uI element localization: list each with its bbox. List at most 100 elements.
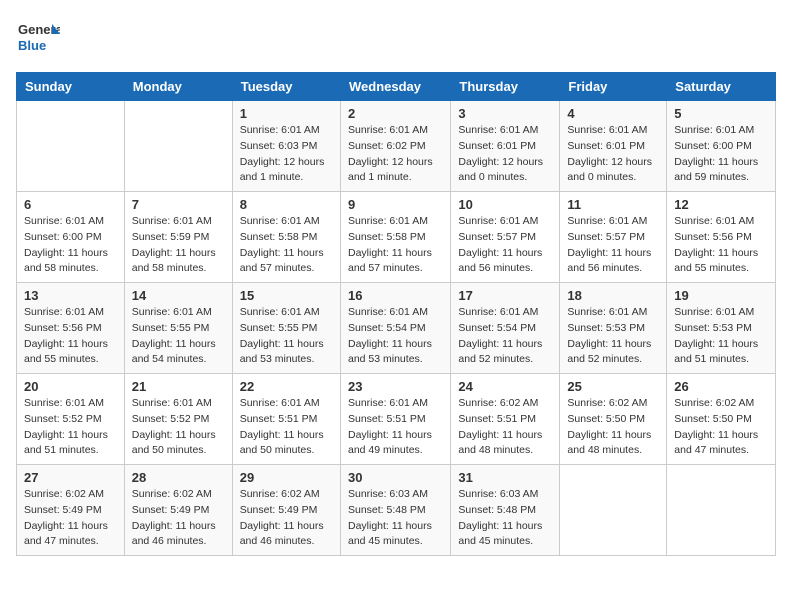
day-info: Sunrise: 6:01 AMSunset: 5:56 PMDaylight:… [674, 215, 758, 274]
day-number: 12 [674, 197, 768, 212]
day-info: Sunrise: 6:02 AMSunset: 5:49 PMDaylight:… [240, 488, 324, 547]
day-info: Sunrise: 6:02 AMSunset: 5:49 PMDaylight:… [24, 488, 108, 547]
calendar-table: SundayMondayTuesdayWednesdayThursdayFrid… [16, 72, 776, 556]
calendar-cell: 26 Sunrise: 6:02 AMSunset: 5:50 PMDayligh… [667, 374, 776, 465]
day-info: Sunrise: 6:01 AMSunset: 5:51 PMDaylight:… [240, 397, 324, 456]
day-number: 2 [348, 106, 443, 121]
calendar-cell: 30 Sunrise: 6:03 AMSunset: 5:48 PMDayligh… [340, 465, 450, 556]
calendar-cell: 27 Sunrise: 6:02 AMSunset: 5:49 PMDayligh… [17, 465, 125, 556]
day-info: Sunrise: 6:01 AMSunset: 5:57 PMDaylight:… [567, 215, 651, 274]
day-number: 10 [458, 197, 552, 212]
day-number: 1 [240, 106, 333, 121]
day-info: Sunrise: 6:01 AMSunset: 6:00 PMDaylight:… [24, 215, 108, 274]
column-header-wednesday: Wednesday [340, 73, 450, 101]
day-info: Sunrise: 6:02 AMSunset: 5:50 PMDaylight:… [567, 397, 651, 456]
calendar-header-row: SundayMondayTuesdayWednesdayThursdayFrid… [17, 73, 776, 101]
day-info: Sunrise: 6:01 AMSunset: 5:55 PMDaylight:… [240, 306, 324, 365]
day-info: Sunrise: 6:01 AMSunset: 5:53 PMDaylight:… [674, 306, 758, 365]
calendar-cell: 22 Sunrise: 6:01 AMSunset: 5:51 PMDayligh… [232, 374, 340, 465]
calendar-cell: 11Sunrise: 6:01 AMSunset: 5:57 PMDayligh… [560, 192, 667, 283]
calendar-cell: 5 Sunrise: 6:01 AMSunset: 6:00 PMDaylight… [667, 101, 776, 192]
calendar-cell: 4 Sunrise: 6:01 AMSunset: 6:01 PMDaylight… [560, 101, 667, 192]
calendar-cell: 1 Sunrise: 6:01 AMSunset: 6:03 PMDaylight… [232, 101, 340, 192]
day-info: Sunrise: 6:01 AMSunset: 5:52 PMDaylight:… [24, 397, 108, 456]
svg-text:Blue: Blue [18, 38, 46, 53]
day-number: 30 [348, 470, 443, 485]
calendar-cell: 3 Sunrise: 6:01 AMSunset: 6:01 PMDaylight… [451, 101, 560, 192]
day-info: Sunrise: 6:01 AMSunset: 6:01 PMDaylight:… [567, 124, 652, 183]
day-info: Sunrise: 6:03 AMSunset: 5:48 PMDaylight:… [458, 488, 542, 547]
day-info: Sunrise: 6:01 AMSunset: 5:59 PMDaylight:… [132, 215, 216, 274]
day-number: 28 [132, 470, 225, 485]
calendar-cell: 9 Sunrise: 6:01 AMSunset: 5:58 PMDaylight… [340, 192, 450, 283]
day-info: Sunrise: 6:01 AMSunset: 5:54 PMDaylight:… [458, 306, 542, 365]
day-info: Sunrise: 6:02 AMSunset: 5:50 PMDaylight:… [674, 397, 758, 456]
day-info: Sunrise: 6:01 AMSunset: 5:56 PMDaylight:… [24, 306, 108, 365]
calendar-cell: 24Sunrise: 6:02 AMSunset: 5:51 PMDayligh… [451, 374, 560, 465]
calendar-cell: 25 Sunrise: 6:02 AMSunset: 5:50 PMDayligh… [560, 374, 667, 465]
calendar-cell: 13 Sunrise: 6:01 AMSunset: 5:56 PMDayligh… [17, 283, 125, 374]
week-row-3: 13 Sunrise: 6:01 AMSunset: 5:56 PMDayligh… [17, 283, 776, 374]
day-number: 31 [458, 470, 552, 485]
calendar-cell: 14 Sunrise: 6:01 AMSunset: 5:55 PMDayligh… [124, 283, 232, 374]
day-info: Sunrise: 6:01 AMSunset: 5:53 PMDaylight:… [567, 306, 651, 365]
column-header-monday: Monday [124, 73, 232, 101]
day-number: 29 [240, 470, 333, 485]
day-info: Sunrise: 6:03 AMSunset: 5:48 PMDaylight:… [348, 488, 432, 547]
day-info: Sunrise: 6:01 AMSunset: 5:57 PMDaylight:… [458, 215, 542, 274]
day-info: Sunrise: 6:01 AMSunset: 5:58 PMDaylight:… [240, 215, 324, 274]
calendar-cell: 19Sunrise: 6:01 AMSunset: 5:53 PMDayligh… [667, 283, 776, 374]
column-header-friday: Friday [560, 73, 667, 101]
day-info: Sunrise: 6:01 AMSunset: 5:51 PMDaylight:… [348, 397, 432, 456]
column-header-saturday: Saturday [667, 73, 776, 101]
column-header-thursday: Thursday [451, 73, 560, 101]
day-info: Sunrise: 6:01 AMSunset: 6:01 PMDaylight:… [458, 124, 543, 183]
day-number: 3 [458, 106, 552, 121]
day-info: Sunrise: 6:01 AMSunset: 6:02 PMDaylight:… [348, 124, 433, 183]
day-number: 9 [348, 197, 443, 212]
week-row-1: 1 Sunrise: 6:01 AMSunset: 6:03 PMDaylight… [17, 101, 776, 192]
day-info: Sunrise: 6:01 AMSunset: 5:52 PMDaylight:… [132, 397, 216, 456]
day-info: Sunrise: 6:01 AMSunset: 6:03 PMDaylight:… [240, 124, 325, 183]
calendar-cell: 31 Sunrise: 6:03 AMSunset: 5:48 PMDayligh… [451, 465, 560, 556]
calendar-cell [560, 465, 667, 556]
calendar-cell: 18Sunrise: 6:01 AMSunset: 5:53 PMDayligh… [560, 283, 667, 374]
day-number: 13 [24, 288, 117, 303]
day-number: 22 [240, 379, 333, 394]
day-number: 23 [348, 379, 443, 394]
calendar-cell [17, 101, 125, 192]
day-info: Sunrise: 6:01 AMSunset: 5:55 PMDaylight:… [132, 306, 216, 365]
calendar-cell: 7 Sunrise: 6:01 AMSunset: 5:59 PMDaylight… [124, 192, 232, 283]
day-number: 5 [674, 106, 768, 121]
logo: General Blue [16, 16, 60, 60]
calendar-cell: 17 Sunrise: 6:01 AMSunset: 5:54 PMDayligh… [451, 283, 560, 374]
calendar-cell: 29 Sunrise: 6:02 AMSunset: 5:49 PMDayligh… [232, 465, 340, 556]
day-number: 6 [24, 197, 117, 212]
day-number: 27 [24, 470, 117, 485]
calendar-cell: 10 Sunrise: 6:01 AMSunset: 5:57 PMDayligh… [451, 192, 560, 283]
day-number: 16 [348, 288, 443, 303]
calendar-cell [124, 101, 232, 192]
day-number: 20 [24, 379, 117, 394]
day-number: 7 [132, 197, 225, 212]
day-info: Sunrise: 6:01 AMSunset: 5:58 PMDaylight:… [348, 215, 432, 274]
calendar-cell [667, 465, 776, 556]
day-number: 24 [458, 379, 552, 394]
calendar-cell: 2 Sunrise: 6:01 AMSunset: 6:02 PMDaylight… [340, 101, 450, 192]
day-number: 25 [567, 379, 659, 394]
day-number: 26 [674, 379, 768, 394]
calendar-cell: 16 Sunrise: 6:01 AMSunset: 5:54 PMDayligh… [340, 283, 450, 374]
day-info: Sunrise: 6:02 AMSunset: 5:49 PMDaylight:… [132, 488, 216, 547]
day-number: 21 [132, 379, 225, 394]
calendar-cell: 6 Sunrise: 6:01 AMSunset: 6:00 PMDaylight… [17, 192, 125, 283]
day-number: 4 [567, 106, 659, 121]
day-info: Sunrise: 6:01 AMSunset: 5:54 PMDaylight:… [348, 306, 432, 365]
calendar-cell: 15Sunrise: 6:01 AMSunset: 5:55 PMDayligh… [232, 283, 340, 374]
day-number: 8 [240, 197, 333, 212]
day-number: 17 [458, 288, 552, 303]
column-header-sunday: Sunday [17, 73, 125, 101]
day-number: 14 [132, 288, 225, 303]
week-row-4: 20 Sunrise: 6:01 AMSunset: 5:52 PMDayligh… [17, 374, 776, 465]
day-info: Sunrise: 6:01 AMSunset: 6:00 PMDaylight:… [674, 124, 758, 183]
week-row-2: 6 Sunrise: 6:01 AMSunset: 6:00 PMDaylight… [17, 192, 776, 283]
